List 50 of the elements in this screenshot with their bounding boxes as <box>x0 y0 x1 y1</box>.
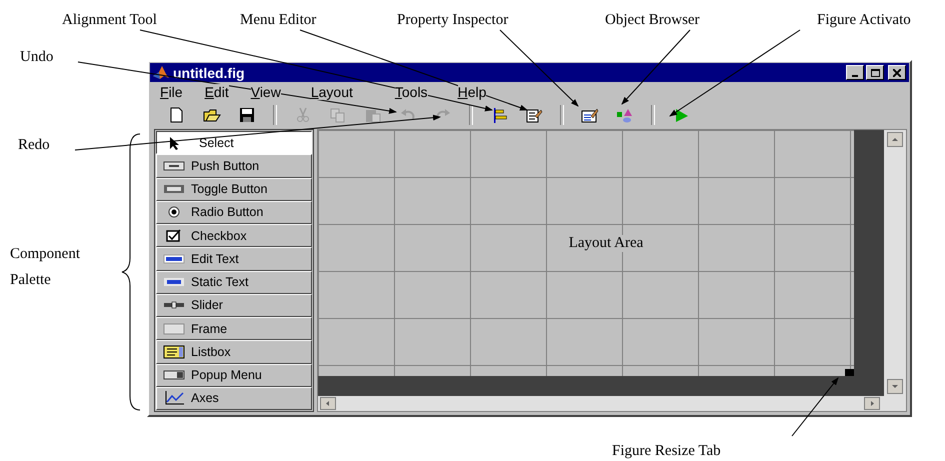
scroll-up-icon[interactable] <box>887 132 903 147</box>
palette-item[interactable]: Listbox <box>156 340 312 364</box>
menu-item[interactable]: View <box>250 84 281 100</box>
palette-item[interactable]: Push Button <box>156 154 312 178</box>
scroll-right-icon[interactable] <box>864 397 880 410</box>
annotation-label: Redo <box>18 137 50 154</box>
scroll-down-icon[interactable] <box>887 379 903 394</box>
pushbutton-component-icon <box>163 158 185 173</box>
maximize-icon <box>870 68 880 76</box>
horizontal-scrollbar[interactable] <box>318 396 906 411</box>
palette-item[interactable]: Select <box>156 131 312 154</box>
annotation-label: Property Inspector <box>397 12 508 29</box>
annotation-label: Figure Activato <box>817 12 911 29</box>
menu-item[interactable]: File <box>160 84 183 100</box>
palette-item[interactable]: Slider <box>156 294 312 317</box>
scroll-left-icon[interactable] <box>320 397 336 410</box>
annotation-label: Palette <box>10 272 51 289</box>
menu-item[interactable]: Help <box>458 84 486 100</box>
maximize-button[interactable] <box>866 65 884 80</box>
palette-item[interactable]: Edit Text <box>156 247 312 270</box>
vertical-scrollbar[interactable] <box>884 130 906 396</box>
close-button[interactable] <box>888 65 906 80</box>
minimize-icon <box>852 75 858 77</box>
menu-item[interactable]: Edit <box>204 84 229 100</box>
leader-line <box>792 377 839 436</box>
annotation-label: Alignment Tool <box>62 12 157 29</box>
frame-component-icon <box>163 322 185 336</box>
palette-item[interactable]: Frame <box>156 317 312 340</box>
palette-item[interactable]: Axes <box>156 386 312 410</box>
minimize-button[interactable] <box>846 65 864 80</box>
listbox-component-icon <box>163 344 185 359</box>
palette-item[interactable]: Checkbox <box>156 224 312 248</box>
annotation-label: Menu Editor <box>240 12 316 29</box>
annotation-label: Component <box>10 246 80 263</box>
popupmenu-component-icon <box>163 368 185 382</box>
edit-component-icon <box>163 252 185 266</box>
palette-item[interactable]: Static Text <box>156 270 312 294</box>
palette-item[interactable]: Popup Menu <box>156 364 312 387</box>
menu-item[interactable]: Tools <box>394 84 428 100</box>
layout-area-label: Layout Area <box>568 234 644 252</box>
palette-item[interactable]: Radio Button <box>156 200 312 224</box>
close-icon <box>893 68 901 76</box>
annotation-label: Figure Resize Tab <box>612 443 721 460</box>
logo-icon <box>153 66 169 80</box>
axes-component-icon <box>163 391 185 406</box>
menu-item[interactable]: Layout <box>310 84 353 100</box>
palette-item[interactable]: Toggle Button <box>156 178 312 201</box>
annotation-label: Object Browser <box>605 12 700 29</box>
window-title: untitled.fig <box>173 64 245 80</box>
annotation-label: Undo <box>20 49 54 66</box>
